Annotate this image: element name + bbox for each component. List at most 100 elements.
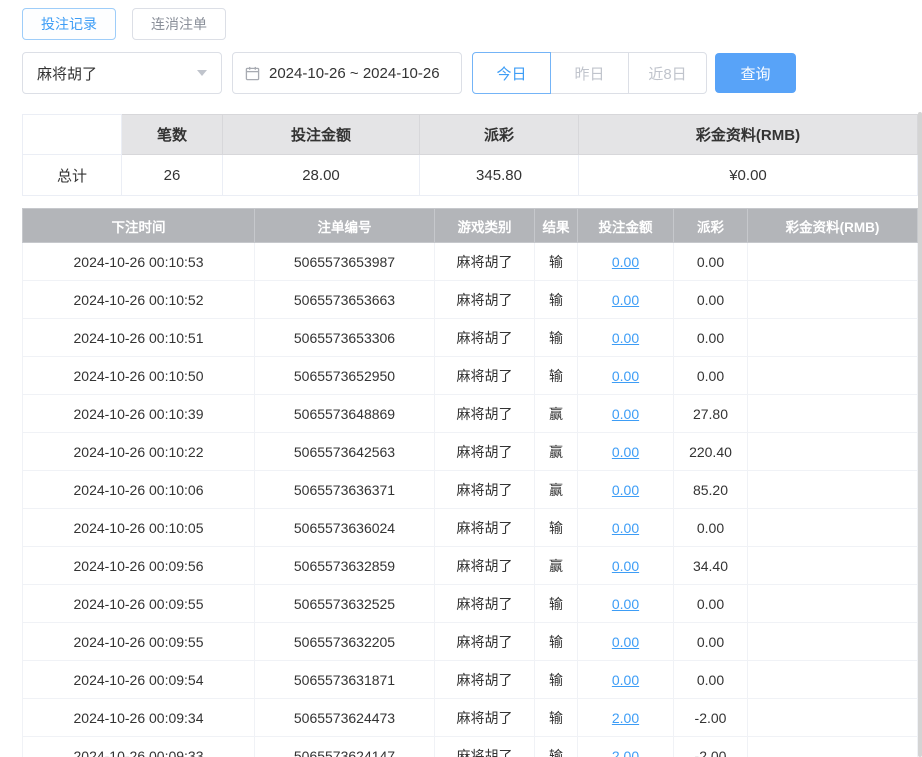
filter-row: 麻将胡了 2024-10-26 ~ 2024-10-26 今日 昨日 近8日 查… bbox=[22, 52, 918, 94]
order-id-cell: 5065573636024 bbox=[254, 508, 435, 547]
bet-table-body: 2024-10-26 00:10:53 5065573653987 麻将胡了输 0.0… bbox=[22, 242, 918, 757]
game-type-cell: 麻将胡了 bbox=[434, 280, 535, 319]
bet-amount-link[interactable]: 0.00 bbox=[612, 444, 639, 460]
bet-amount-cell: 2.00 bbox=[577, 698, 674, 737]
calendar-icon bbox=[245, 66, 260, 81]
bet-amount-cell: 0.00 bbox=[577, 584, 674, 623]
table-row: 2024-10-26 00:09:56 5065573632859 麻将胡了赢 0.0… bbox=[22, 546, 918, 585]
payout-cell: 0.00 bbox=[673, 584, 748, 623]
bet-amount-link[interactable]: 2.00 bbox=[612, 710, 639, 726]
search-button[interactable]: 查询 bbox=[715, 53, 796, 93]
bet-time-cell: 2024-10-26 00:10:06 bbox=[22, 470, 255, 509]
summary-header-row: 笔数 投注金额 派彩 彩金资料(RMB) bbox=[22, 114, 918, 155]
table-row: 2024-10-26 00:09:55 5065573632525 麻将胡了输 0.0… bbox=[22, 584, 918, 623]
total-bet-amount-cell: 28.00 bbox=[222, 154, 420, 196]
order-id-cell: 5065573653663 bbox=[254, 280, 435, 319]
payout-cell: 0.00 bbox=[673, 318, 748, 357]
bet-amount-link[interactable]: 0.00 bbox=[612, 292, 639, 308]
payout-cell: 0.00 bbox=[673, 508, 748, 547]
page-scrollbar[interactable] bbox=[918, 112, 922, 757]
bet-amount-link[interactable]: 0.00 bbox=[612, 406, 639, 422]
bonus-cell bbox=[747, 584, 918, 623]
order-id-cell: 5065573636371 bbox=[254, 470, 435, 509]
order-id-cell: 5065573653306 bbox=[254, 318, 435, 357]
bet-records-page: 投注记录 连消注单 麻将胡了 2024-10-26 ~ 2024-10-26 今… bbox=[0, 0, 918, 757]
summary-header-bonus: 彩金资料(RMB) bbox=[578, 114, 918, 155]
game-type-cell: 麻将胡了 bbox=[434, 622, 535, 661]
bonus-cell bbox=[747, 660, 918, 699]
bonus-cell bbox=[747, 546, 918, 585]
bet-amount-link[interactable]: 0.00 bbox=[612, 634, 639, 650]
result-cell: 输 bbox=[534, 508, 578, 547]
bonus-cell bbox=[747, 242, 918, 281]
date-range-value: 2024-10-26 ~ 2024-10-26 bbox=[269, 64, 440, 82]
bet-amount-cell: 0.00 bbox=[577, 318, 674, 357]
result-cell: 输 bbox=[534, 698, 578, 737]
bet-time-cell: 2024-10-26 00:10:53 bbox=[22, 242, 255, 281]
game-type-cell: 麻将胡了 bbox=[434, 698, 535, 737]
result-cell: 输 bbox=[534, 736, 578, 757]
bet-amount-link[interactable]: 0.00 bbox=[612, 596, 639, 612]
payout-cell: -2.00 bbox=[673, 698, 748, 737]
quick-range-group: 今日 昨日 近8日 bbox=[472, 52, 707, 94]
game-type-cell: 麻将胡了 bbox=[434, 470, 535, 509]
result-cell: 赢 bbox=[534, 470, 578, 509]
result-cell: 输 bbox=[534, 622, 578, 661]
table-row: 2024-10-26 00:09:33 5065573624147 麻将胡了输 2.0… bbox=[22, 736, 918, 757]
payout-cell: -2.00 bbox=[673, 736, 748, 757]
last-8-days-button[interactable]: 近8日 bbox=[628, 52, 707, 94]
game-type-cell: 麻将胡了 bbox=[434, 394, 535, 433]
bet-amount-link[interactable]: 0.00 bbox=[612, 558, 639, 574]
order-id-cell: 5065573624147 bbox=[254, 736, 435, 757]
total-payout-cell: 345.80 bbox=[419, 154, 579, 196]
bet-amount-cell: 0.00 bbox=[577, 470, 674, 509]
bet-table-header-row: 下注时间 注单编号 游戏类别 结果 投注金额 派彩 彩金资料(RMB) bbox=[22, 208, 918, 243]
yesterday-button[interactable]: 昨日 bbox=[550, 52, 629, 94]
bet-amount-link[interactable]: 0.00 bbox=[612, 368, 639, 384]
payout-cell: 34.40 bbox=[673, 546, 748, 585]
result-cell: 输 bbox=[534, 660, 578, 699]
today-button[interactable]: 今日 bbox=[472, 52, 551, 94]
bet-time-cell: 2024-10-26 00:10:52 bbox=[22, 280, 255, 319]
bet-time-cell: 2024-10-26 00:10:22 bbox=[22, 432, 255, 471]
bet-amount-link[interactable]: 0.00 bbox=[612, 482, 639, 498]
bet-amount-link[interactable]: 0.00 bbox=[612, 672, 639, 688]
bet-time-cell: 2024-10-26 00:10:50 bbox=[22, 356, 255, 395]
payout-cell: 0.00 bbox=[673, 622, 748, 661]
payout-cell: 0.00 bbox=[673, 280, 748, 319]
bet-amount-link[interactable]: 0.00 bbox=[612, 520, 639, 536]
tab-cancelled-orders[interactable]: 连消注单 bbox=[132, 8, 226, 40]
bonus-cell bbox=[747, 280, 918, 319]
order-id-cell: 5065573642563 bbox=[254, 432, 435, 471]
game-select[interactable]: 麻将胡了 bbox=[22, 52, 222, 94]
table-row: 2024-10-26 00:10:05 5065573636024 麻将胡了输 0.0… bbox=[22, 508, 918, 547]
bet-amount-link[interactable]: 2.00 bbox=[612, 748, 639, 757]
result-cell: 赢 bbox=[534, 546, 578, 585]
table-row: 2024-10-26 00:10:06 5065573636371 麻将胡了赢 0.0… bbox=[22, 470, 918, 509]
bet-amount-link[interactable]: 0.00 bbox=[612, 254, 639, 270]
date-range-picker[interactable]: 2024-10-26 ~ 2024-10-26 bbox=[232, 52, 462, 94]
payout-cell: 0.00 bbox=[673, 242, 748, 281]
header-bet-time: 下注时间 bbox=[22, 208, 255, 243]
bet-amount-link[interactable]: 0.00 bbox=[612, 330, 639, 346]
game-type-cell: 麻将胡了 bbox=[434, 660, 535, 699]
bonus-cell bbox=[747, 470, 918, 509]
summary-header-blank bbox=[22, 114, 122, 155]
payout-cell: 0.00 bbox=[673, 660, 748, 699]
game-type-cell: 麻将胡了 bbox=[434, 356, 535, 395]
table-row: 2024-10-26 00:09:34 5065573624473 麻将胡了输 2.0… bbox=[22, 698, 918, 737]
header-game-type: 游戏类别 bbox=[434, 208, 535, 243]
table-row: 2024-10-26 00:10:53 5065573653987 麻将胡了输 0.0… bbox=[22, 242, 918, 281]
tab-bet-records[interactable]: 投注记录 bbox=[22, 8, 116, 40]
order-id-cell: 5065573632859 bbox=[254, 546, 435, 585]
table-row: 2024-10-26 00:09:54 5065573631871 麻将胡了输 0.0… bbox=[22, 660, 918, 699]
order-id-cell: 5065573631871 bbox=[254, 660, 435, 699]
bet-time-cell: 2024-10-26 00:10:39 bbox=[22, 394, 255, 433]
bet-time-cell: 2024-10-26 00:09:34 bbox=[22, 698, 255, 737]
bet-amount-cell: 0.00 bbox=[577, 432, 674, 471]
bet-amount-cell: 0.00 bbox=[577, 546, 674, 585]
order-id-cell: 5065573653987 bbox=[254, 242, 435, 281]
bet-amount-cell: 0.00 bbox=[577, 356, 674, 395]
total-bonus-cell: ¥0.00 bbox=[578, 154, 918, 196]
bet-time-cell: 2024-10-26 00:10:51 bbox=[22, 318, 255, 357]
